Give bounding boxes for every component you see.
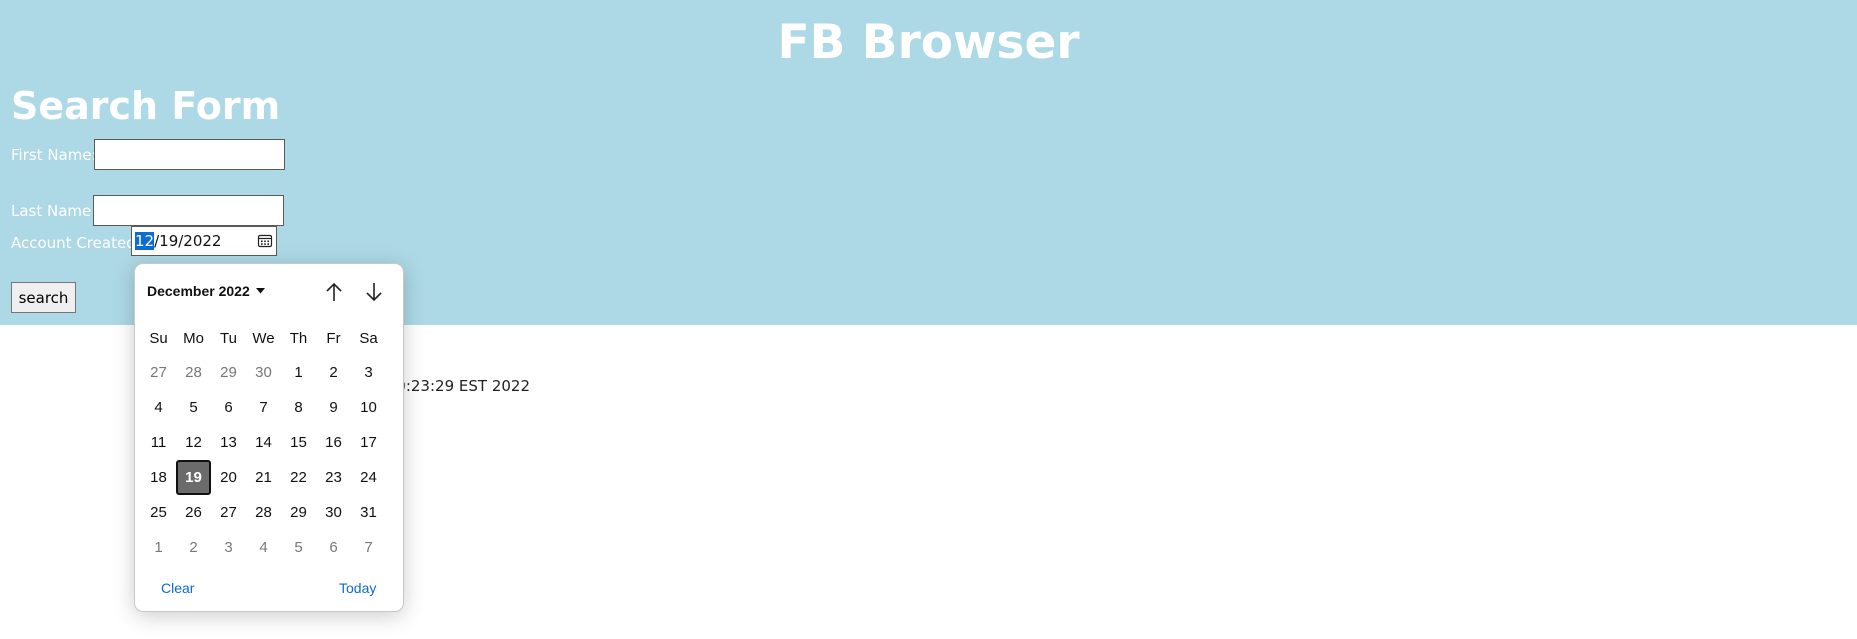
day-cell[interactable]: 12 <box>176 425 211 460</box>
calendar-icon[interactable] <box>257 233 273 249</box>
day-cell[interactable]: 29 <box>281 495 316 530</box>
day-cell[interactable]: 5 <box>176 390 211 425</box>
weekday-label: Sa <box>359 330 378 347</box>
clear-button[interactable]: Clear <box>161 579 194 597</box>
first-name-input[interactable] <box>94 139 285 170</box>
day-cell[interactable]: 27 <box>141 355 176 390</box>
day-cell[interactable]: 31 <box>351 495 386 530</box>
day-cell[interactable]: 27 <box>211 495 246 530</box>
app-title: FB Browser <box>777 15 1080 70</box>
weekday-label: Th <box>289 330 308 347</box>
day-cell[interactable]: 13 <box>211 425 246 460</box>
day-cell[interactable]: 30 <box>316 495 351 530</box>
day-cell[interactable]: 4 <box>246 530 281 565</box>
day-cell[interactable]: 25 <box>141 495 176 530</box>
date-picker-popup: December 2022 Su Mo Tu We Th Fr Sa 27 28 29 30 1 2 3… <box>134 263 404 612</box>
weekday-label: Mo <box>183 330 204 347</box>
day-cell[interactable]: 26 <box>176 495 211 530</box>
day-cell[interactable]: 10 <box>351 390 386 425</box>
today-button[interactable]: Today <box>339 579 376 597</box>
month-year-dropdown[interactable]: December 2022 <box>147 282 265 300</box>
day-cell[interactable]: 20 <box>211 460 246 495</box>
day-cell[interactable]: 7 <box>351 530 386 565</box>
day-cell[interactable]: 18 <box>141 460 176 495</box>
arrow-up-icon[interactable] <box>322 280 346 304</box>
day-cell[interactable]: 8 <box>281 390 316 425</box>
day-cell[interactable]: 9 <box>316 390 351 425</box>
month-year-label: December 2022 <box>147 283 250 299</box>
day-cell[interactable]: 14 <box>246 425 281 460</box>
day-cell[interactable]: 16 <box>316 425 351 460</box>
first-name-label: First Name: <box>11 146 97 164</box>
weekday-label: We <box>252 330 275 347</box>
caret-down-icon <box>255 288 265 294</box>
day-cell[interactable]: 5 <box>281 530 316 565</box>
selected-day-cell[interactable]: 19 <box>176 460 211 495</box>
day-cell[interactable]: 23 <box>316 460 351 495</box>
last-name-input[interactable] <box>93 195 284 226</box>
arrow-down-icon[interactable] <box>362 280 386 304</box>
day-cell[interactable]: 29 <box>211 355 246 390</box>
last-name-label: Last Name: <box>11 202 97 220</box>
day-cell[interactable]: 28 <box>176 355 211 390</box>
day-cell[interactable]: 4 <box>141 390 176 425</box>
account-created-label: Account Created <box>11 234 136 252</box>
day-cell[interactable]: 2 <box>176 530 211 565</box>
search-button[interactable]: search <box>11 282 76 313</box>
day-cell[interactable]: 3 <box>351 355 386 390</box>
weekday-label: Su <box>149 330 168 347</box>
weekday-label: Tu <box>220 330 237 347</box>
weekday-label: Fr <box>326 330 341 347</box>
day-cell[interactable]: 11 <box>141 425 176 460</box>
date-value[interactable]: 12/19/2022 <box>135 231 221 251</box>
day-cell[interactable]: 6 <box>211 390 246 425</box>
day-cell[interactable]: 21 <box>246 460 281 495</box>
day-cell[interactable]: 28 <box>246 495 281 530</box>
day-cell[interactable]: 15 <box>281 425 316 460</box>
day-cell[interactable]: 22 <box>281 460 316 495</box>
account-created-date-input[interactable]: 12/19/2022 <box>131 226 277 256</box>
day-cell[interactable]: 17 <box>351 425 386 460</box>
date-month-segment[interactable]: 12 <box>135 232 155 250</box>
day-cell[interactable]: 30 <box>246 355 281 390</box>
day-cell[interactable]: 24 <box>351 460 386 495</box>
day-cell[interactable]: 1 <box>141 530 176 565</box>
day-cell[interactable]: 1 <box>281 355 316 390</box>
day-cell[interactable]: 2 <box>316 355 351 390</box>
form-title: Search Form <box>11 84 281 128</box>
day-cell[interactable]: 7 <box>246 390 281 425</box>
day-cell[interactable]: 3 <box>211 530 246 565</box>
day-cell[interactable]: 6 <box>316 530 351 565</box>
date-day-year-segment[interactable]: /19/2022 <box>154 232 221 250</box>
